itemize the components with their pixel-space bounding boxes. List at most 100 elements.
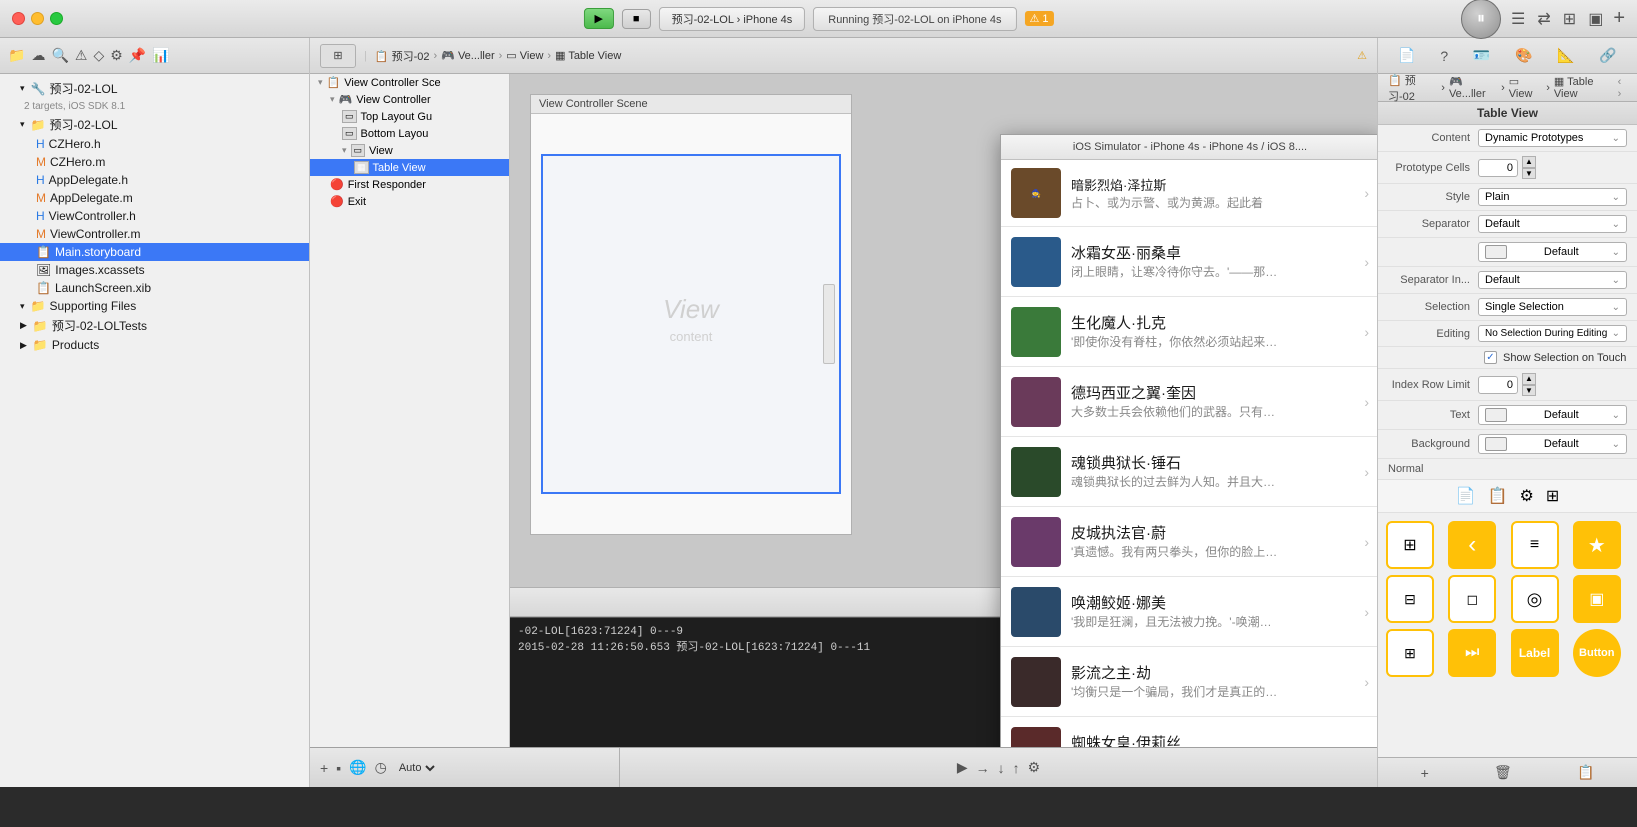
- scm-icon[interactable]: ☁: [31, 47, 45, 64]
- index-increment[interactable]: ▲: [1522, 373, 1536, 385]
- breadcrumb-vc[interactable]: 🎮 Ve...ller: [441, 49, 494, 62]
- localize-button[interactable]: 🌐: [349, 759, 366, 776]
- file-launchscreen-xib[interactable]: 📋 LaunchScreen.xib: [0, 279, 309, 297]
- maximize-button[interactable]: [50, 12, 63, 25]
- size-inspector-icon[interactable]: 📐: [1557, 47, 1574, 64]
- index-decrement[interactable]: ▼: [1522, 385, 1536, 397]
- debug-icon[interactable]: ⚙: [110, 47, 123, 64]
- outline-tableview[interactable]: ▦ Table View: [310, 159, 509, 176]
- icon-cell-table[interactable]: ⊟: [1386, 575, 1434, 623]
- style-dropdown[interactable]: Plain ⌄: [1478, 188, 1627, 206]
- prototype-input[interactable]: [1478, 159, 1518, 177]
- attributes-inspector-icon[interactable]: 🎨: [1515, 47, 1532, 64]
- file-appdelegate-h[interactable]: H AppDelegate.h: [0, 171, 309, 189]
- view-toggle-button[interactable]: ☰: [1509, 7, 1527, 31]
- icon-cell-circle[interactable]: ◎: [1511, 575, 1559, 623]
- quick-help-icon[interactable]: ?: [1440, 48, 1448, 64]
- scheme-select[interactable]: Auto: [395, 761, 438, 775]
- editing-dropdown[interactable]: No Selection During Editing ⌄: [1478, 325, 1627, 342]
- icon-cell-controls[interactable]: ⏭: [1448, 629, 1496, 677]
- icon-cell-button[interactable]: Button: [1573, 629, 1621, 677]
- outline-vcscene[interactable]: ▾ 📋 View Controller Sce: [310, 74, 509, 91]
- inspector-delete-btn[interactable]: 🗑: [1494, 764, 1512, 781]
- file-images-xcassets[interactable]: 🖼 Images.xcassets: [0, 261, 309, 279]
- step-over-button[interactable]: →: [976, 760, 990, 776]
- outline-exit[interactable]: 🔴 Exit: [310, 193, 509, 210]
- file-appdelegate-m[interactable]: M AppDelegate.m: [0, 189, 309, 207]
- gear-icon-button[interactable]: ⚙: [1520, 486, 1534, 506]
- project-item[interactable]: ▾ 🔧 预习-02-LOL: [0, 78, 309, 99]
- outline-firstresponder[interactable]: 🔴 First Responder: [310, 176, 509, 193]
- file-inspector-icon[interactable]: 📄: [1398, 47, 1415, 64]
- index-limit-input[interactable]: [1478, 376, 1518, 394]
- list-icon-button[interactable]: 📋: [1488, 486, 1508, 506]
- outline-toplayout[interactable]: ▭ Top Layout Gu: [310, 108, 509, 125]
- background-dropdown[interactable]: Default ⌄: [1478, 434, 1627, 454]
- code-coverage-button[interactable]: ▪: [336, 760, 341, 776]
- file-viewcontroller-h[interactable]: H ViewController.h: [0, 207, 309, 225]
- list-item[interactable]: 皮城执法官·蔚 '真遗憾。我有两只拳头，但你的脸上… ›: [1001, 507, 1377, 577]
- icon-cell-back[interactable]: ‹: [1448, 521, 1496, 569]
- separator-color-dropdown[interactable]: Default ⌄: [1478, 242, 1627, 262]
- outline-bottomlayout[interactable]: ▭ Bottom Layou: [310, 125, 509, 142]
- sim-list[interactable]: 🧙 暗影烈焰·泽拉斯 占卜、或为示警、或为黄源。起此着 › 冰霜女巫·丽桑卓: [1001, 160, 1377, 747]
- file-main-storyboard[interactable]: 📋 Main.storyboard: [0, 243, 309, 261]
- icon-cell-label[interactable]: Label: [1511, 629, 1559, 677]
- test-icon[interactable]: ◇: [93, 47, 104, 64]
- sep-inset-dropdown[interactable]: Default ⌄: [1478, 271, 1627, 289]
- folder-icon[interactable]: 📁: [8, 47, 25, 64]
- folder-tests[interactable]: ▶ 📁 预习-02-LOLTests: [0, 315, 309, 336]
- identity-inspector-icon[interactable]: 🪪: [1473, 47, 1490, 64]
- breadcrumb-tableview[interactable]: ▦ Table View: [555, 49, 621, 62]
- debug-button[interactable]: ⚙: [1028, 759, 1041, 776]
- prototype-increment[interactable]: ▲: [1522, 156, 1536, 168]
- warning-nav-icon[interactable]: ⚠: [75, 47, 88, 64]
- minimize-button[interactable]: [31, 12, 44, 25]
- history-button[interactable]: ◷: [375, 759, 387, 776]
- list-item[interactable]: 德玛西亚之翼·奎因 大多数士兵会依赖他们的武器。只有… ›: [1001, 367, 1377, 437]
- folder-products[interactable]: ▶ 📁 Products: [0, 336, 309, 354]
- panel-button[interactable]: ▣: [1586, 7, 1605, 31]
- layout-button[interactable]: ⊞: [1561, 7, 1578, 31]
- list-item[interactable]: 冰霜女巫·丽桑卓 闭上眼睛，让寒冷待你守去。'——那… ›: [1001, 227, 1377, 297]
- file-czhero-m[interactable]: M CZHero.m: [0, 153, 309, 171]
- folder-supporting-files[interactable]: ▾ 📁 Supporting Files: [0, 297, 309, 315]
- inspector-add-btn[interactable]: +: [1421, 765, 1429, 781]
- separator-dropdown[interactable]: Default ⌄: [1478, 215, 1627, 233]
- pause-button[interactable]: ⏸: [1461, 0, 1501, 39]
- breadcrumb-view[interactable]: ▭ View: [506, 49, 543, 62]
- search-icon[interactable]: 🔍: [51, 47, 68, 64]
- report-icon[interactable]: 📊: [152, 47, 169, 64]
- prototype-stepper[interactable]: ▲ ▼: [1478, 156, 1536, 179]
- breakpoint-icon[interactable]: 📌: [129, 47, 146, 64]
- content-dropdown[interactable]: Dynamic Prototypes ⌄: [1478, 129, 1627, 147]
- step-out-button[interactable]: ↑: [1013, 760, 1020, 776]
- list-item[interactable]: 影流之主·劫 '均衡只是一个骗局，我们才是真正的… ›: [1001, 647, 1377, 717]
- add-button[interactable]: +: [1613, 7, 1625, 30]
- stack-icon-button[interactable]: ⊞: [1546, 486, 1559, 506]
- icon-cell-3d[interactable]: ▣: [1573, 575, 1621, 623]
- build-run-button[interactable]: ▶: [583, 8, 613, 29]
- list-item[interactable]: 唤潮鲛姬·娜美 '我即是狂澜，且无法被力挽。'-唤潮… ›: [1001, 577, 1377, 647]
- connections-inspector-icon[interactable]: 🔗: [1599, 47, 1616, 64]
- doc-icon-button[interactable]: 📄: [1456, 486, 1476, 506]
- breadcrumb-file[interactable]: 📋 预习-02: [375, 48, 430, 64]
- file-czhero-h[interactable]: H CZHero.h: [0, 135, 309, 153]
- icon-cell-list[interactable]: ≡: [1511, 521, 1559, 569]
- icon-cell-square[interactable]: ◻: [1448, 575, 1496, 623]
- list-item[interactable]: 蜘蛛女皇·伊莉丝 真正的血盟者无害惧恒怕和蛛蛛的训诫。'… ›: [1001, 717, 1377, 747]
- prototype-decrement[interactable]: ▼: [1522, 168, 1536, 180]
- back-forward-button[interactable]: ⇄: [1535, 7, 1552, 31]
- step-into-button[interactable]: ↓: [998, 760, 1005, 776]
- stop-button[interactable]: ■: [622, 9, 651, 29]
- file-viewcontroller-m[interactable]: M ViewController.m: [0, 225, 309, 243]
- icon-cell-grid[interactable]: ⊞: [1386, 521, 1434, 569]
- list-item[interactable]: 魂锁典狱长·锤石 魂锁典狱长的过去鲜为人知。并且大… ›: [1001, 437, 1377, 507]
- icon-cell-star[interactable]: ★: [1573, 521, 1621, 569]
- show-selection-checkbox[interactable]: ✓: [1484, 351, 1497, 364]
- scrollbar[interactable]: [823, 284, 835, 364]
- icon-cell-grid2[interactable]: ⊞: [1386, 629, 1434, 677]
- add-file-button[interactable]: +: [320, 760, 328, 776]
- list-item[interactable]: 生化魔人·扎克 '即使你没有脊柱，你依然必须站起来… ›: [1001, 297, 1377, 367]
- outline-view[interactable]: ▾ ▭ View: [310, 142, 509, 159]
